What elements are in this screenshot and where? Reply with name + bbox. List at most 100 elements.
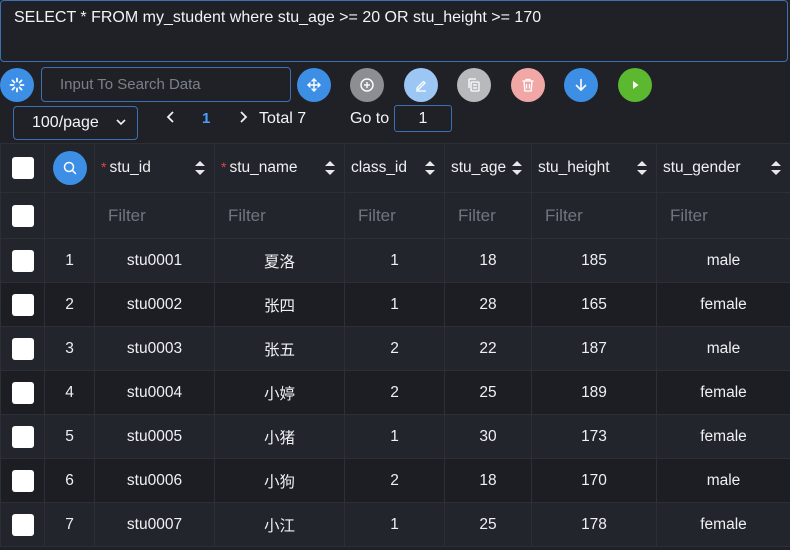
cell-stu-id[interactable]: stu0003 bbox=[94, 326, 215, 371]
cell-stu-gender[interactable]: female bbox=[656, 502, 790, 547]
column-header-class-id[interactable]: class_id bbox=[344, 143, 445, 193]
trash-icon bbox=[522, 78, 534, 92]
select-all-checkbox[interactable] bbox=[11, 157, 34, 179]
row-checkbox[interactable] bbox=[11, 293, 34, 316]
table-row[interactable]: 7 stu0007 小江 1 25 178 female bbox=[0, 502, 790, 547]
cell-stu-age[interactable]: 22 bbox=[444, 326, 532, 371]
sort-icon[interactable] bbox=[636, 159, 648, 177]
filter-stu-age[interactable]: Filter bbox=[444, 192, 532, 239]
cell-stu-height[interactable]: 178 bbox=[531, 502, 657, 547]
cell-stu-age[interactable]: 18 bbox=[444, 458, 532, 503]
column-header-stu-height[interactable]: stu_height bbox=[531, 143, 657, 193]
cell-stu-age[interactable]: 25 bbox=[444, 370, 532, 415]
cell-stu-id[interactable]: stu0007 bbox=[94, 502, 215, 547]
cell-class-id[interactable]: 2 bbox=[344, 326, 445, 371]
table-row[interactable]: 2 stu0002 张四 1 28 165 female bbox=[0, 282, 790, 327]
column-header-stu-id[interactable]: * stu_id bbox=[94, 143, 215, 193]
column-header-stu-age[interactable]: stu_age bbox=[444, 143, 532, 193]
row-checkbox-cell bbox=[0, 326, 45, 371]
cell-stu-name[interactable]: 夏洛 bbox=[214, 238, 345, 283]
filter-class-id[interactable]: Filter bbox=[344, 192, 445, 239]
row-checkbox[interactable] bbox=[11, 469, 34, 492]
cell-stu-name[interactable]: 小狗 bbox=[214, 458, 345, 503]
goto-page-input[interactable] bbox=[394, 105, 452, 132]
row-checkbox[interactable] bbox=[11, 249, 34, 272]
cell-stu-height[interactable]: 185 bbox=[531, 238, 657, 283]
filter-stu-id[interactable]: Filter bbox=[94, 192, 215, 239]
cell-stu-gender[interactable]: female bbox=[656, 370, 790, 415]
cell-stu-age[interactable]: 30 bbox=[444, 414, 532, 459]
cell-stu-name[interactable]: 小猪 bbox=[214, 414, 345, 459]
refresh-button[interactable] bbox=[0, 68, 34, 102]
table-row[interactable]: 6 stu0006 小狗 2 18 170 male bbox=[0, 458, 790, 503]
cell-class-id[interactable]: 2 bbox=[344, 370, 445, 415]
add-button[interactable] bbox=[350, 68, 384, 102]
sort-icon[interactable] bbox=[324, 159, 336, 177]
cell-stu-id[interactable]: stu0001 bbox=[94, 238, 215, 283]
cell-stu-height[interactable]: 189 bbox=[531, 370, 657, 415]
cell-stu-id[interactable]: stu0004 bbox=[94, 370, 215, 415]
cell-stu-name[interactable]: 小江 bbox=[214, 502, 345, 547]
table-row[interactable]: 1 stu0001 夏洛 1 18 185 male bbox=[0, 238, 790, 283]
play-icon bbox=[633, 81, 639, 89]
sort-icon[interactable] bbox=[770, 159, 782, 177]
cell-stu-height[interactable]: 165 bbox=[531, 282, 657, 327]
cell-class-id[interactable]: 1 bbox=[344, 414, 445, 459]
cell-stu-height[interactable]: 173 bbox=[531, 414, 657, 459]
row-index: 1 bbox=[44, 238, 95, 283]
cell-stu-gender[interactable]: male bbox=[656, 326, 790, 371]
row-checkbox[interactable] bbox=[11, 337, 34, 360]
cell-stu-id[interactable]: stu0002 bbox=[94, 282, 215, 327]
cell-stu-name[interactable]: 张五 bbox=[214, 326, 345, 371]
filter-stu-name[interactable]: Filter bbox=[214, 192, 345, 239]
row-checkbox[interactable] bbox=[11, 381, 34, 404]
cell-stu-age[interactable]: 28 bbox=[444, 282, 532, 327]
cell-stu-age[interactable]: 25 bbox=[444, 502, 532, 547]
table-row[interactable]: 4 stu0004 小婷 2 25 189 female bbox=[0, 370, 790, 415]
row-checkbox[interactable] bbox=[11, 513, 34, 536]
next-page-button[interactable] bbox=[237, 110, 249, 124]
filter-stu-gender[interactable]: Filter bbox=[656, 192, 790, 239]
cell-class-id[interactable]: 1 bbox=[344, 238, 445, 283]
copy-button[interactable] bbox=[457, 68, 491, 102]
row-checkbox-cell bbox=[0, 414, 45, 459]
move-button[interactable] bbox=[297, 68, 331, 102]
column-search-button[interactable] bbox=[52, 151, 87, 185]
row-checkbox[interactable] bbox=[11, 425, 34, 448]
table-row[interactable]: 3 stu0003 张五 2 22 187 male bbox=[0, 326, 790, 371]
filter-row-checkbox[interactable] bbox=[11, 204, 34, 227]
move-icon bbox=[307, 78, 321, 92]
cell-stu-gender[interactable]: male bbox=[656, 238, 790, 283]
cell-stu-name[interactable]: 张四 bbox=[214, 282, 345, 327]
cell-stu-height[interactable]: 187 bbox=[531, 326, 657, 371]
cell-stu-name[interactable]: 小婷 bbox=[214, 370, 345, 415]
cell-class-id[interactable]: 1 bbox=[344, 282, 445, 327]
delete-button[interactable] bbox=[511, 68, 545, 102]
edit-button[interactable] bbox=[404, 68, 438, 102]
cell-stu-gender[interactable]: female bbox=[656, 282, 790, 327]
cell-class-id[interactable]: 1 bbox=[344, 502, 445, 547]
cell-class-id[interactable]: 2 bbox=[344, 458, 445, 503]
search-input[interactable] bbox=[41, 67, 291, 102]
sort-icon[interactable] bbox=[424, 159, 436, 177]
page-size-value: 100/page bbox=[32, 114, 99, 131]
cell-stu-gender[interactable]: female bbox=[656, 414, 790, 459]
filter-stu-height[interactable]: Filter bbox=[531, 192, 657, 239]
cell-stu-height[interactable]: 170 bbox=[531, 458, 657, 503]
page-size-select[interactable]: 100/page bbox=[13, 106, 138, 140]
current-page[interactable]: 1 bbox=[202, 110, 210, 127]
run-button[interactable] bbox=[618, 68, 652, 102]
column-header-stu-gender[interactable]: stu_gender bbox=[656, 143, 790, 193]
sort-icon[interactable] bbox=[194, 159, 206, 177]
cell-stu-age[interactable]: 18 bbox=[444, 238, 532, 283]
download-button[interactable] bbox=[564, 68, 598, 102]
copy-icon bbox=[468, 78, 480, 92]
table-row[interactable]: 5 stu0005 小猪 1 30 173 female bbox=[0, 414, 790, 459]
sql-query-editor[interactable]: SELECT * FROM my_student where stu_age >… bbox=[0, 0, 788, 62]
prev-page-button[interactable] bbox=[165, 110, 177, 124]
column-header-stu-name[interactable]: * stu_name bbox=[214, 143, 345, 193]
cell-stu-gender[interactable]: male bbox=[656, 458, 790, 503]
sort-icon[interactable] bbox=[511, 159, 523, 177]
cell-stu-id[interactable]: stu0006 bbox=[94, 458, 215, 503]
cell-stu-id[interactable]: stu0005 bbox=[94, 414, 215, 459]
